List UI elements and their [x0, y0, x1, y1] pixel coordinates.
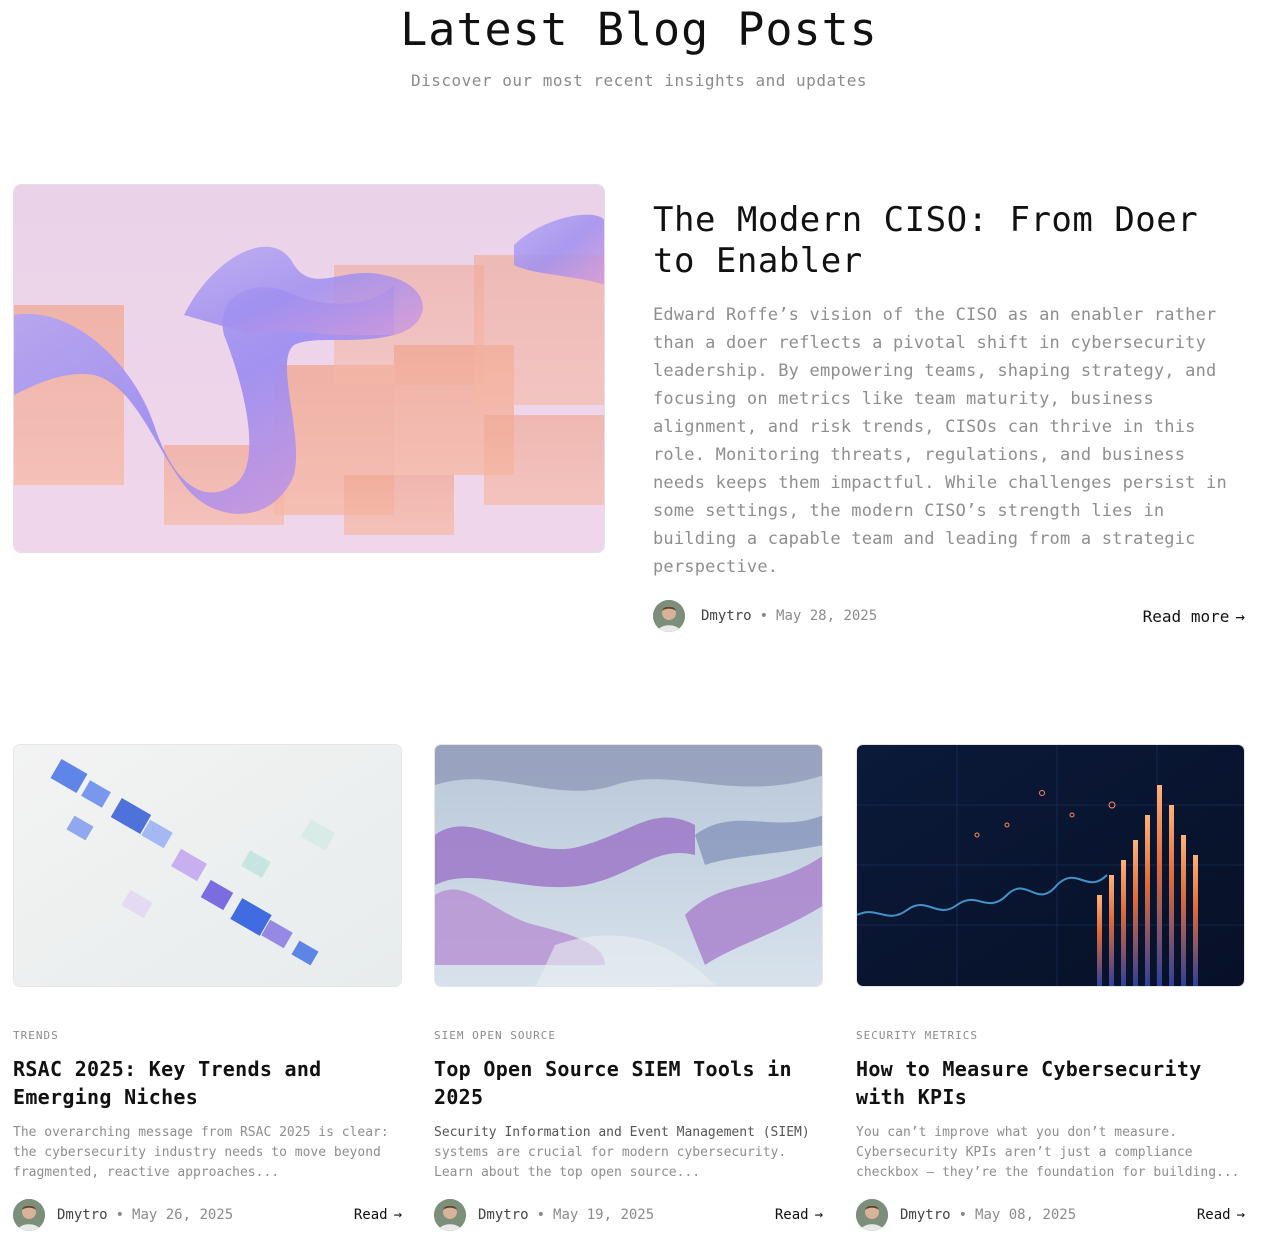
- arrow-right-icon: →: [393, 1207, 402, 1223]
- featured-post-title[interactable]: The Modern CISO: From Doer to Enabler: [653, 200, 1245, 282]
- post-card-meta: Dmytro • May 08, 2025 Read →: [856, 1199, 1245, 1231]
- author-avatar: [856, 1199, 888, 1231]
- read-label: Read: [774, 1207, 809, 1223]
- meta-separator: •: [958, 1207, 968, 1223]
- post-date: May 19, 2025: [553, 1207, 655, 1223]
- author-avatar: [434, 1199, 466, 1231]
- post-card-excerpt-rest: systems are crucial for modern cybersecu…: [434, 1145, 787, 1180]
- meta-separator: •: [759, 608, 769, 624]
- post-card-category[interactable]: SECURITY METRICS: [856, 1029, 1245, 1042]
- author-name[interactable]: Dmytro: [900, 1207, 951, 1223]
- post-card-title[interactable]: How to Measure Cybersecurity with KPIs: [856, 1055, 1245, 1111]
- post-card: SECURITY METRICS How to Measure Cybersec…: [856, 744, 1245, 1234]
- featured-post-body: The Modern CISO: From Doer to Enabler Ed…: [653, 200, 1245, 581]
- author-name[interactable]: Dmytro: [57, 1207, 108, 1223]
- post-date: May 26, 2025: [132, 1207, 234, 1223]
- featured-post: The Modern CISO: From Doer to Enabler Ed…: [13, 184, 1245, 634]
- post-card-image[interactable]: [856, 744, 1245, 987]
- post-date: May 28, 2025: [776, 608, 878, 624]
- post-card-excerpt: You can’t improve what you don’t measure…: [856, 1125, 1240, 1180]
- post-card-meta: Dmytro • May 19, 2025 Read →: [434, 1199, 823, 1231]
- post-card-image[interactable]: [434, 744, 823, 987]
- post-card-title[interactable]: Top Open Source SIEM Tools in 2025: [434, 1055, 823, 1111]
- page-title: Latest Blog Posts: [400, 3, 878, 56]
- page-subtitle: Discover our most recent insights and up…: [411, 71, 867, 90]
- page-header: Latest Blog Posts Discover our most rece…: [0, 0, 1278, 91]
- read-label: Read: [353, 1207, 388, 1223]
- featured-post-image[interactable]: [13, 184, 605, 553]
- post-card: SIEM OPEN SOURCE Top Open Source SIEM To…: [434, 744, 823, 1234]
- featured-post-excerpt: Edward Roffe’s vision of the CISO as an …: [653, 305, 1227, 577]
- author-name[interactable]: Dmytro: [478, 1207, 529, 1223]
- post-card-excerpt-strong: Security Information and Event Managemen…: [434, 1125, 810, 1140]
- post-card-category[interactable]: TRENDS: [13, 1029, 402, 1042]
- read-label: Read: [1196, 1207, 1231, 1223]
- post-card-category[interactable]: SIEM OPEN SOURCE: [434, 1029, 823, 1042]
- author-avatar: [653, 600, 685, 632]
- author-name[interactable]: Dmytro: [701, 608, 752, 624]
- arrow-right-icon: →: [1236, 1207, 1245, 1223]
- read-link[interactable]: Read →: [775, 1207, 823, 1223]
- read-link[interactable]: Read →: [1197, 1207, 1245, 1223]
- read-link[interactable]: Read →: [354, 1207, 402, 1223]
- read-more-link[interactable]: Read more →: [1143, 607, 1245, 626]
- featured-post-meta: Dmytro • May 28, 2025 Read more →: [653, 599, 1245, 633]
- post-date: May 08, 2025: [975, 1207, 1077, 1223]
- meta-separator: •: [536, 1207, 546, 1223]
- post-card-meta: Dmytro • May 26, 2025 Read →: [13, 1199, 402, 1231]
- post-card: TRENDS RSAC 2025: Key Trends and Emergin…: [13, 744, 402, 1234]
- meta-separator: •: [115, 1207, 125, 1223]
- post-card-image[interactable]: [13, 744, 402, 987]
- read-more-label: Read more: [1142, 606, 1230, 626]
- arrow-right-icon: →: [814, 1207, 823, 1223]
- post-card-title[interactable]: RSAC 2025: Key Trends and Emerging Niche…: [13, 1055, 402, 1111]
- author-avatar: [13, 1199, 45, 1231]
- arrow-right-icon: →: [1235, 606, 1245, 626]
- post-card-excerpt: Security Information and Event Managemen…: [434, 1123, 823, 1183]
- post-card-excerpt: The overarching message from RSAC 2025 i…: [13, 1125, 389, 1180]
